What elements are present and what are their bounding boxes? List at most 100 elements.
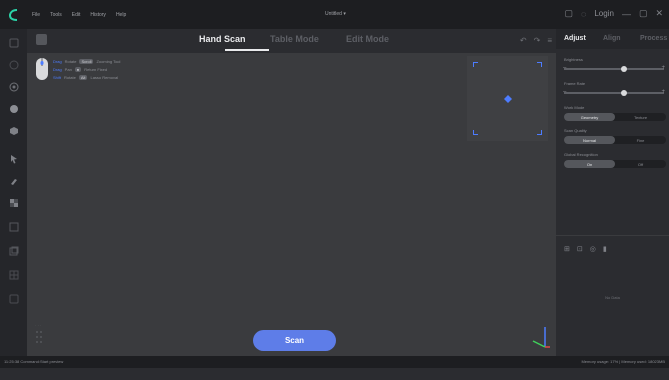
close-icon[interactable]: ✕ (655, 8, 663, 19)
new-project-icon[interactable] (8, 37, 19, 48)
redo-icon[interactable]: ↷ (534, 36, 541, 45)
export-icon[interactable]: ⊡ (577, 245, 583, 253)
app-logo-icon (0, 0, 28, 29)
frame-rate-label: Frame Rate (564, 81, 586, 86)
menubar: File Tools Edit History Help Untitled ▾ … (0, 0, 669, 29)
global-recognition-off[interactable]: Off (615, 160, 666, 168)
measure-icon[interactable] (8, 293, 19, 304)
status-message: 11:25:38 Command:Start preview (4, 359, 64, 364)
window-icon[interactable]: ▢ (564, 8, 573, 19)
empty-state-text: No Data (605, 295, 620, 300)
status-bar: 11:25:38 Command:Start preview Memory us… (0, 356, 669, 368)
global-recognition-toggle: On Off (564, 160, 666, 168)
document-title[interactable]: Untitled ▾ (325, 11, 346, 17)
brightness-slider[interactable]: – + (563, 65, 665, 72)
viewport-label: · · · (35, 323, 42, 328)
select-icon[interactable] (8, 81, 19, 92)
scan-quality-toggle: Normal Fine (564, 136, 666, 144)
frame-rate-slider[interactable]: – + (563, 89, 665, 96)
menu-help[interactable]: Help (116, 12, 126, 18)
grid-toggle-icon[interactable] (35, 330, 47, 346)
global-recognition-label: Global Recognition (564, 152, 598, 157)
hint-extra-desc: Zooming Tool (96, 59, 121, 64)
crosshair-icon (504, 95, 512, 103)
frame-corner (537, 130, 542, 135)
layer-toolbar: ⊞ ⊡ ◎ ▮ (564, 245, 607, 253)
scan-quality-normal[interactable]: Normal (564, 136, 615, 144)
viewport[interactable]: Drag Rotate Scroll Zooming Tool Drag Pan… (27, 53, 556, 356)
hint-desc: Rotate (64, 59, 77, 64)
undo-icon[interactable]: ↶ (520, 36, 527, 45)
panel-tabs: Adjust Align Process (556, 29, 669, 49)
grid-icon[interactable] (8, 269, 19, 280)
left-toolbar (0, 29, 27, 356)
maximize-icon[interactable]: ▢ (639, 8, 648, 19)
minimize-icon[interactable]: — (622, 9, 631, 19)
menu-tools[interactable]: Tools (50, 12, 62, 18)
visibility-icon[interactable]: ◎ (590, 245, 596, 253)
menu-history[interactable]: History (90, 12, 106, 18)
pointer-icon[interactable] (8, 153, 19, 164)
layers-icon[interactable] (8, 245, 19, 256)
minus-icon: – (563, 89, 567, 95)
hint-key: Drag (53, 67, 62, 72)
bottom-strip (0, 368, 669, 380)
brightness-slider-knob[interactable] (621, 66, 627, 72)
hint-key: Shift (53, 75, 62, 80)
light-icon[interactable] (8, 103, 19, 114)
camera-preview (467, 56, 548, 141)
hint-key: Drag (53, 59, 62, 64)
tab-process[interactable]: Process (640, 35, 667, 42)
scan-quality-label: Scan Quality (564, 128, 587, 133)
hint-desc: Rotate (64, 75, 76, 80)
scan-button[interactable]: Scan (253, 330, 336, 351)
tab-table-mode[interactable]: Table Mode (270, 34, 319, 44)
tab-hand-scan[interactable]: Hand Scan (199, 34, 246, 44)
settings-icon[interactable]: ◌ (581, 9, 586, 19)
scan-quality-fine[interactable]: Fine (615, 136, 666, 144)
axis-gizmo-icon (532, 327, 550, 348)
mode-bar: Hand Scan Table Mode Edit Mode ↶ ↷ ≡ (27, 29, 556, 53)
frame-corner (537, 62, 542, 67)
open-icon[interactable] (8, 59, 19, 70)
delete-icon[interactable]: ▮ (603, 245, 607, 253)
hint-extra-desc: Return Fixed (84, 67, 108, 72)
box-icon[interactable] (8, 221, 19, 232)
mouse-hint-panel: Drag Rotate Scroll Zooming Tool Drag Pan… (35, 57, 145, 83)
brush-icon[interactable] (8, 175, 19, 186)
mode-toolbar-icon[interactable] (36, 34, 47, 45)
hint-row: Drag Pan ● Return Fixed (53, 67, 107, 72)
history-controls: ↶ ↷ ≡ (520, 36, 552, 45)
hint-pill: Alt (78, 75, 88, 80)
plus-icon: + (661, 65, 665, 71)
login-link[interactable]: Login (594, 9, 614, 18)
menu-file[interactable]: File (32, 12, 40, 18)
list-icon[interactable]: ≡ (547, 36, 552, 45)
active-tab-underline (225, 49, 269, 51)
hint-row: Drag Rotate Scroll Zooming Tool (53, 59, 120, 64)
frame-rate-slider-knob[interactable] (621, 90, 627, 96)
menu-edit[interactable]: Edit (72, 12, 81, 18)
work-mode-toggle: Geometry Texture (564, 113, 666, 121)
plus-icon: + (661, 89, 665, 95)
hint-pill: Scroll (79, 59, 94, 64)
global-recognition-on[interactable]: On (564, 160, 615, 168)
tab-adjust[interactable]: Adjust (564, 35, 586, 42)
work-mode-texture[interactable]: Texture (615, 113, 666, 121)
cube-icon[interactable] (8, 125, 19, 136)
window-controls: ▢ ◌ Login — ▢ ✕ (564, 8, 663, 19)
brightness-label: Brightness (564, 57, 583, 62)
hint-desc: Pan (64, 67, 72, 72)
minus-icon: – (563, 65, 567, 71)
import-icon[interactable]: ⊞ (564, 245, 570, 253)
tab-edit-mode[interactable]: Edit Mode (346, 34, 389, 44)
tab-align[interactable]: Align (603, 35, 621, 42)
hint-row: Shift Rotate Alt Lasso Removal (53, 75, 118, 80)
mouse-icon (36, 58, 48, 80)
frame-corner (473, 130, 478, 135)
hint-extra-desc: Lasso Removal (90, 75, 119, 80)
work-mode-geometry[interactable]: Geometry (564, 113, 615, 121)
checker-icon[interactable] (8, 197, 19, 208)
panel-divider (556, 235, 669, 236)
memory-usage: Memory usage: 17% | Memory used: 18023MB (581, 359, 665, 364)
